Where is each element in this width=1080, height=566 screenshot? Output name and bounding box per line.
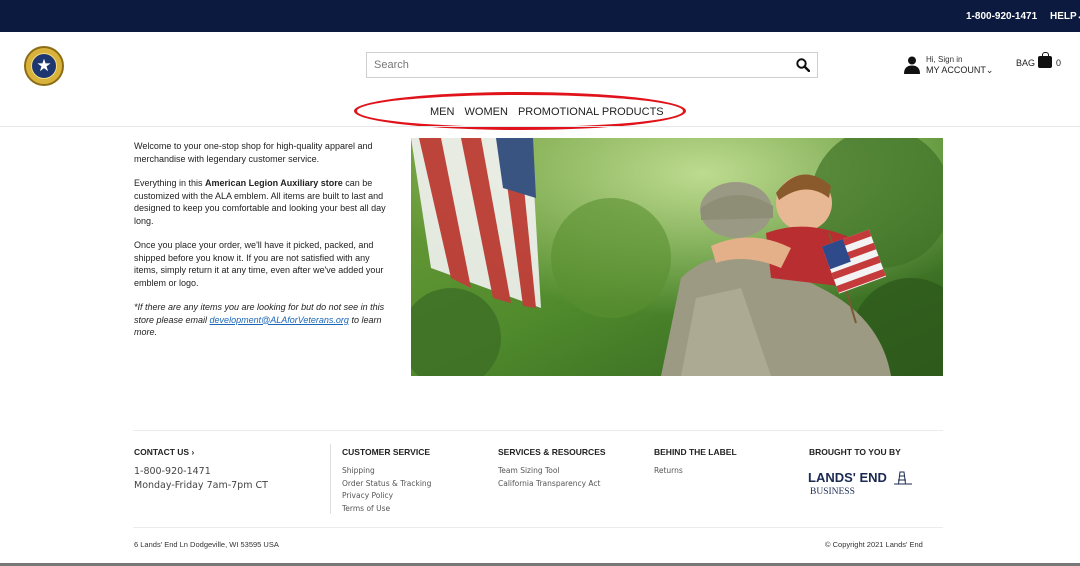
behind-the-label-heading: BEHIND THE LABEL (654, 447, 737, 457)
brought-to-you-heading: BROUGHT TO YOU BY (809, 447, 901, 457)
store-intro: Welcome to your one-stop shop for high-q… (134, 140, 390, 351)
contact-us-link[interactable]: CONTACT US › (134, 447, 268, 457)
intro-paragraph-2: Everything in this American Legion Auxil… (134, 177, 390, 227)
california-transparency-link[interactable]: California Transparency Act (498, 478, 606, 491)
contact-us-label: CONTACT US (134, 447, 190, 457)
shipping-link[interactable]: Shipping (342, 465, 431, 478)
brand-name: LANDS' END (808, 470, 887, 485)
company-address: 6 Lands' End Ln Dodgeville, WI 53595 USA (134, 540, 279, 549)
terms-of-use-link[interactable]: Terms of Use (342, 503, 431, 516)
privacy-policy-link[interactable]: Privacy Policy (342, 490, 431, 503)
help-label: HELP (1050, 11, 1077, 22)
footer-services: SERVICES & RESOURCES Team Sizing Tool Ca… (498, 447, 606, 490)
bag-count: 0 (1056, 58, 1062, 68)
chevron-right-icon: › (191, 447, 195, 457)
store-name: American Legion Auxiliary store (205, 178, 343, 188)
returns-link[interactable]: Returns (654, 465, 737, 478)
footer-divider-bottom (133, 527, 943, 528)
header-divider (0, 126, 1080, 127)
customer-service-heading: CUSTOMER SERVICE (342, 447, 431, 457)
lands-end-business-logo[interactable]: LANDS' END BUSINESS (808, 470, 918, 496)
search-box (366, 52, 818, 78)
contact-phone[interactable]: 1-800-920-1471 (134, 465, 268, 479)
sign-in-greeting[interactable]: Hi, Sign in (926, 55, 962, 64)
my-account-label: MY ACCOUNT (926, 65, 986, 75)
footer-customer-service: CUSTOMER SERVICE Shipping Order Status &… (342, 447, 431, 515)
hero-image-soldier-hugging-child (411, 138, 943, 376)
help-menu[interactable]: HELP⌄ (1050, 11, 1080, 22)
bag-label: BAG (1016, 58, 1036, 68)
intro-paragraph-1: Welcome to your one-stop shop for high-q… (134, 141, 373, 164)
footer-behind-the-label: BEHIND THE LABEL Returns (654, 447, 737, 478)
intro-p2-text: Everything in this (134, 178, 206, 188)
footer-brought-to-you-by: BROUGHT TO YOU BY (809, 447, 901, 465)
footer-vertical-divider (330, 444, 331, 514)
intro-paragraph-4: *If there are any items you are looking … (134, 301, 390, 339)
red-highlight-ellipse (354, 92, 686, 130)
services-heading: SERVICES & RESOURCES (498, 447, 606, 457)
topbar-phone-link[interactable]: 1-800-920-1471 (966, 11, 1037, 22)
copyright-text: © Copyright 2021 Lands' End (825, 540, 923, 549)
my-account-link[interactable]: MY ACCOUNT⌄ (926, 65, 993, 76)
lighthouse-icon (894, 471, 912, 485)
shopping-bag[interactable]: BAG 0 (1016, 52, 1062, 68)
person-icon (904, 56, 920, 74)
search-input[interactable] (374, 57, 774, 73)
footer-divider (133, 430, 943, 431)
search-icon[interactable] (796, 58, 810, 72)
footer-contact: CONTACT US › 1-800-920-1471 Monday-Frida… (134, 447, 268, 493)
email-link[interactable]: development@ALAforVeterans.org (210, 315, 349, 325)
star-emblem-icon: ★ (31, 53, 57, 79)
intro-paragraph-3: Once you place your order, we'll have it… (134, 240, 384, 288)
chevron-down-icon: ⌄ (985, 65, 994, 75)
order-status-link[interactable]: Order Status & Tracking (342, 478, 431, 491)
ala-logo[interactable]: ★ (24, 46, 64, 86)
bag-icon (1038, 52, 1053, 68)
brand-sub: BUSINESS (810, 487, 855, 496)
team-sizing-link[interactable]: Team Sizing Tool (498, 465, 606, 478)
contact-hours: Monday-Friday 7am-7pm CT (134, 480, 268, 491)
top-utility-bar: 1-800-920-1471 HELP⌄ (0, 0, 1080, 32)
